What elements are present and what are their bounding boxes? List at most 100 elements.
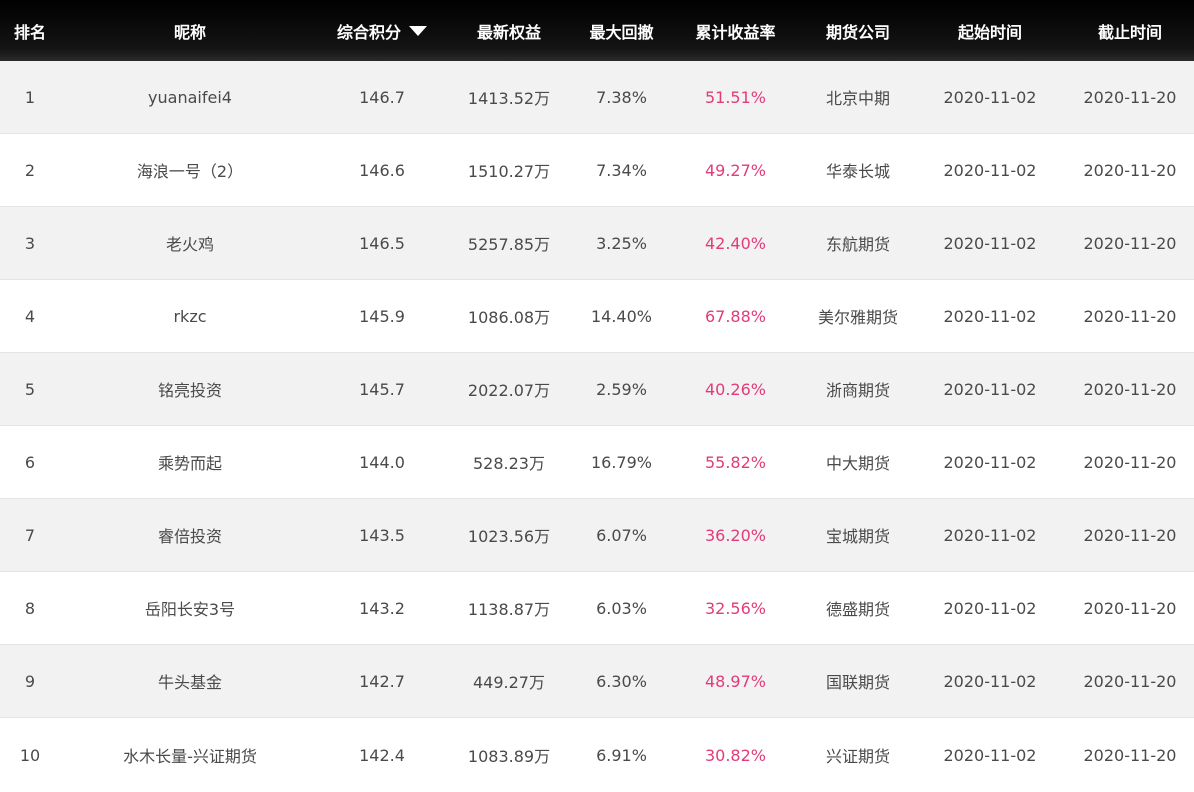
return-cell: 40.26% [704,379,766,399]
return-cell: 55.82% [704,452,766,472]
rank-cell: 2 [24,160,36,180]
return-cell: 36.20% [704,525,766,545]
name-cell: 睿倍投资 [157,527,222,546]
rank-cell: 3 [24,233,36,253]
drawdown-cell: 6.03% [596,598,647,618]
score-cell: 143.5 [359,525,405,545]
end-date-cell: 2020-11-20 [1083,233,1177,253]
column-header-equity[interactable]: 最新权益 [444,19,574,43]
table-row[interactable]: 3 老火鸡 146.5 5257.85万 3.25% 42.40% 东航期货 2… [0,207,1194,280]
rank-cell: 10 [19,745,41,765]
company-cell: 中大期货 [825,454,890,473]
drawdown-cell: 6.30% [596,671,647,691]
column-header-return[interactable]: 累计收益率 [669,19,802,43]
company-cell: 宝城期货 [825,527,890,546]
end-date-cell: 2020-11-20 [1083,306,1177,326]
table-row[interactable]: 1 yuanaifei4 146.7 1413.52万 7.38% 51.51%… [0,61,1194,134]
column-header-company[interactable]: 期货公司 [802,19,914,43]
equity-cell: 1413.52万 [467,89,551,108]
table-row[interactable]: 10 水木长量-兴证期货 142.4 1083.89万 6.91% 30.82%… [0,718,1194,792]
score-cell: 146.6 [359,160,405,180]
return-cell: 48.97% [704,671,766,691]
column-header-end[interactable]: 截止时间 [1066,19,1194,43]
equity-cell: 1083.89万 [467,747,551,766]
equity-cell: 5257.85万 [467,235,551,254]
start-date-cell: 2020-11-02 [943,87,1037,107]
score-cell: 143.2 [359,598,405,618]
end-date-cell: 2020-11-20 [1083,525,1177,545]
table-row[interactable]: 2 海浪一号（2） 146.6 1510.27万 7.34% 49.27% 华泰… [0,134,1194,207]
start-date-cell: 2020-11-02 [943,306,1037,326]
rank-cell: 8 [24,598,36,618]
column-header-drawdown[interactable]: 最大回撤 [574,19,669,43]
name-cell: 铭亮投资 [157,381,222,400]
name-cell: 乘势而起 [157,454,222,473]
table-row[interactable]: 9 牛头基金 142.7 449.27万 6.30% 48.97% 国联期货 2… [0,645,1194,718]
drawdown-cell: 2.59% [596,379,647,399]
start-date-cell: 2020-11-02 [943,745,1037,765]
return-cell: 32.56% [704,598,766,618]
equity-cell: 449.27万 [473,673,545,692]
company-cell: 兴证期货 [825,747,890,766]
start-date-cell: 2020-11-02 [943,598,1037,618]
rank-cell: 6 [24,452,36,472]
column-header-score-label: 综合积分 [336,22,401,42]
equity-cell: 1086.08万 [467,308,551,327]
return-cell: 49.27% [704,160,766,180]
start-date-cell: 2020-11-02 [943,379,1037,399]
start-date-cell: 2020-11-02 [943,671,1037,691]
column-header-rank[interactable]: 排名 [0,19,60,43]
rank-cell: 5 [24,379,36,399]
company-cell: 国联期货 [825,673,890,692]
equity-cell: 2022.07万 [467,381,551,400]
company-cell: 东航期货 [825,235,890,254]
equity-cell: 1510.27万 [467,162,551,181]
name-cell: rkzc [173,306,207,326]
column-header-score[interactable]: 综合积分 [320,19,444,43]
table-row[interactable]: 5 铭亮投资 145.7 2022.07万 2.59% 40.26% 浙商期货 … [0,353,1194,426]
drawdown-cell: 7.34% [596,160,647,180]
score-cell: 145.7 [359,379,405,399]
name-cell: 老火鸡 [165,235,214,254]
drawdown-cell: 6.07% [596,525,647,545]
start-date-cell: 2020-11-02 [943,525,1037,545]
score-cell: 145.9 [359,306,405,326]
company-cell: 浙商期货 [825,381,890,400]
drawdown-cell: 6.91% [596,745,647,765]
table-row[interactable]: 4 rkzc 145.9 1086.08万 14.40% 67.88% 美尔雅期… [0,280,1194,353]
equity-cell: 1023.56万 [467,527,551,546]
rank-cell: 7 [24,525,36,545]
score-cell: 142.4 [359,745,405,765]
column-header-name[interactable]: 昵称 [60,19,320,43]
company-cell: 德盛期货 [825,600,890,619]
end-date-cell: 2020-11-20 [1083,379,1177,399]
start-date-cell: 2020-11-02 [943,452,1037,472]
company-cell: 北京中期 [825,89,890,108]
table-row[interactable]: 7 睿倍投资 143.5 1023.56万 6.07% 36.20% 宝城期货 … [0,499,1194,572]
column-header-start[interactable]: 起始时间 [914,19,1066,43]
name-cell: 岳阳长安3号 [144,600,236,619]
equity-cell: 1138.87万 [467,600,551,619]
rank-cell: 9 [24,671,36,691]
return-cell: 67.88% [704,306,766,326]
score-cell: 144.0 [359,452,405,472]
score-cell: 146.5 [359,233,405,253]
end-date-cell: 2020-11-20 [1083,160,1177,180]
end-date-cell: 2020-11-20 [1083,452,1177,472]
table-row[interactable]: 6 乘势而起 144.0 528.23万 16.79% 55.82% 中大期货 … [0,426,1194,499]
drawdown-cell: 14.40% [590,306,652,326]
company-cell: 华泰长城 [825,162,890,181]
return-cell: 51.51% [704,87,766,107]
end-date-cell: 2020-11-20 [1083,745,1177,765]
ranking-table: 排名 昵称 综合积分 最新权益 最大回撤 累计收益率 期货公司 起始时间 截止时… [0,0,1194,792]
rank-cell: 1 [24,87,36,107]
caret-down-icon[interactable] [409,26,427,36]
rank-cell: 4 [24,306,36,326]
name-cell: 海浪一号（2） [136,162,244,181]
end-date-cell: 2020-11-20 [1083,671,1177,691]
score-cell: 142.7 [359,671,405,691]
drawdown-cell: 7.38% [596,87,647,107]
drawdown-cell: 16.79% [590,452,652,472]
name-cell: yuanaifei4 [148,87,232,107]
table-row[interactable]: 8 岳阳长安3号 143.2 1138.87万 6.03% 32.56% 德盛期… [0,572,1194,645]
